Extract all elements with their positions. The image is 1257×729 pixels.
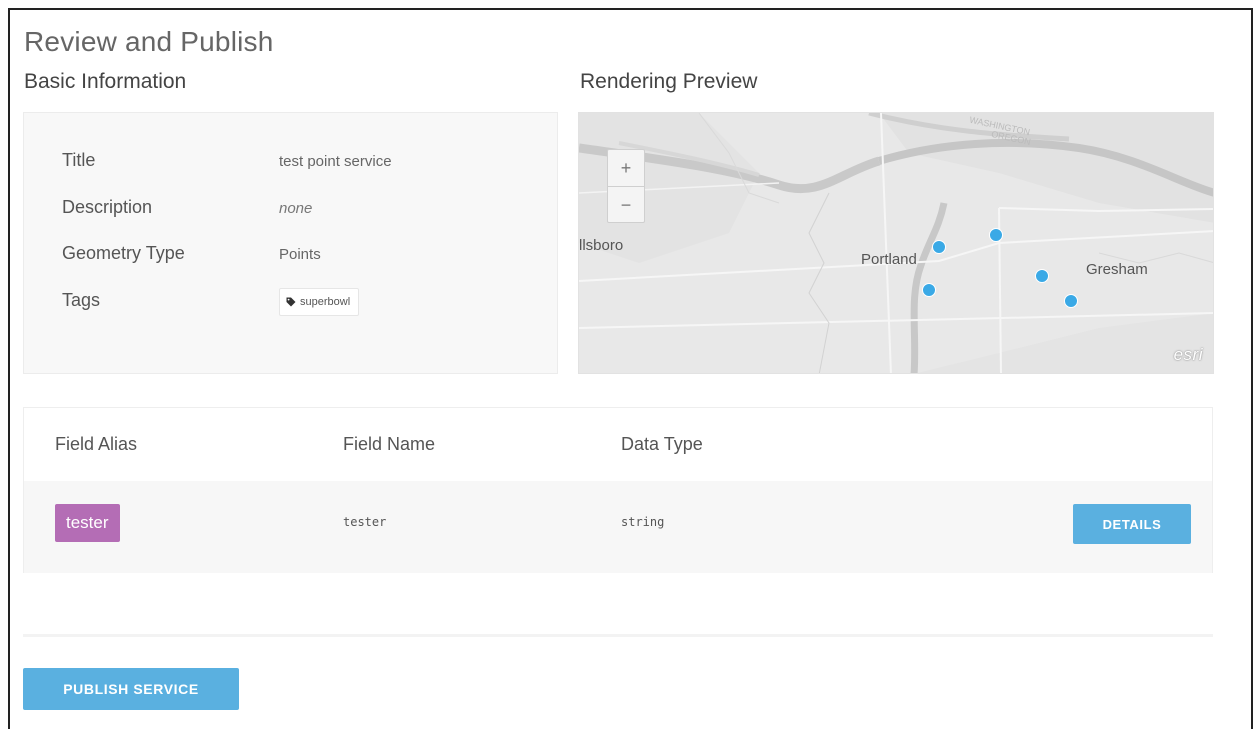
zoom-in-button[interactable]: + — [608, 150, 644, 187]
page-title: Review and Publish — [24, 26, 274, 57]
rendering-preview-map[interactable]: + − llsboro Portland Gresham WASHINGTON … — [578, 112, 1214, 374]
info-label: Description — [62, 197, 153, 217]
fields-table-header: Field Alias Field Name Data Type — [24, 408, 1212, 480]
map-point[interactable] — [1064, 294, 1078, 308]
info-value: test point service — [279, 153, 392, 170]
info-value: none — [279, 200, 313, 217]
publish-service-button[interactable]: PUBLISH SERVICE — [23, 668, 239, 710]
map-label-portland: Portland — [861, 251, 917, 268]
info-label: Tags — [62, 290, 101, 310]
field-name: tester — [343, 515, 387, 529]
basic-info-panel: Title test point service Description non… — [23, 112, 558, 374]
details-button[interactable]: DETAILS — [1073, 504, 1191, 544]
field-data-type: string — [621, 515, 665, 529]
map-point[interactable] — [932, 240, 946, 254]
column-header-field-name: Field Name — [343, 434, 436, 454]
table-row: tester tester string DETAILS — [24, 481, 1212, 573]
tag-chip[interactable]: superbowl — [279, 288, 360, 316]
zoom-control: + − — [607, 149, 645, 223]
map-point[interactable] — [1035, 269, 1049, 283]
column-header-data-type: Data Type — [621, 434, 703, 454]
section-divider — [23, 634, 1213, 637]
tag-label: superbowl — [300, 296, 351, 308]
column-header-field-alias: Field Alias — [55, 434, 138, 454]
map-label-hillsboro: llsboro — [579, 237, 624, 254]
basic-info-heading: Basic Information — [24, 70, 187, 93]
info-value: Points — [279, 246, 321, 263]
rendering-preview-heading: Rendering Preview — [580, 70, 758, 93]
map-label-gresham: Gresham — [1086, 261, 1148, 278]
map-point[interactable] — [989, 228, 1003, 242]
map-point[interactable] — [922, 283, 936, 297]
fields-table: Field Alias Field Name Data Type tester … — [23, 407, 1213, 573]
field-alias-badge: tester — [55, 504, 120, 542]
zoom-out-button[interactable]: − — [608, 187, 644, 223]
tag-icon — [286, 297, 296, 307]
info-label: Geometry Type — [62, 243, 185, 263]
map-basemap — [579, 113, 1213, 373]
info-label: Title — [62, 150, 96, 170]
esri-logo: esri — [1173, 345, 1203, 364]
